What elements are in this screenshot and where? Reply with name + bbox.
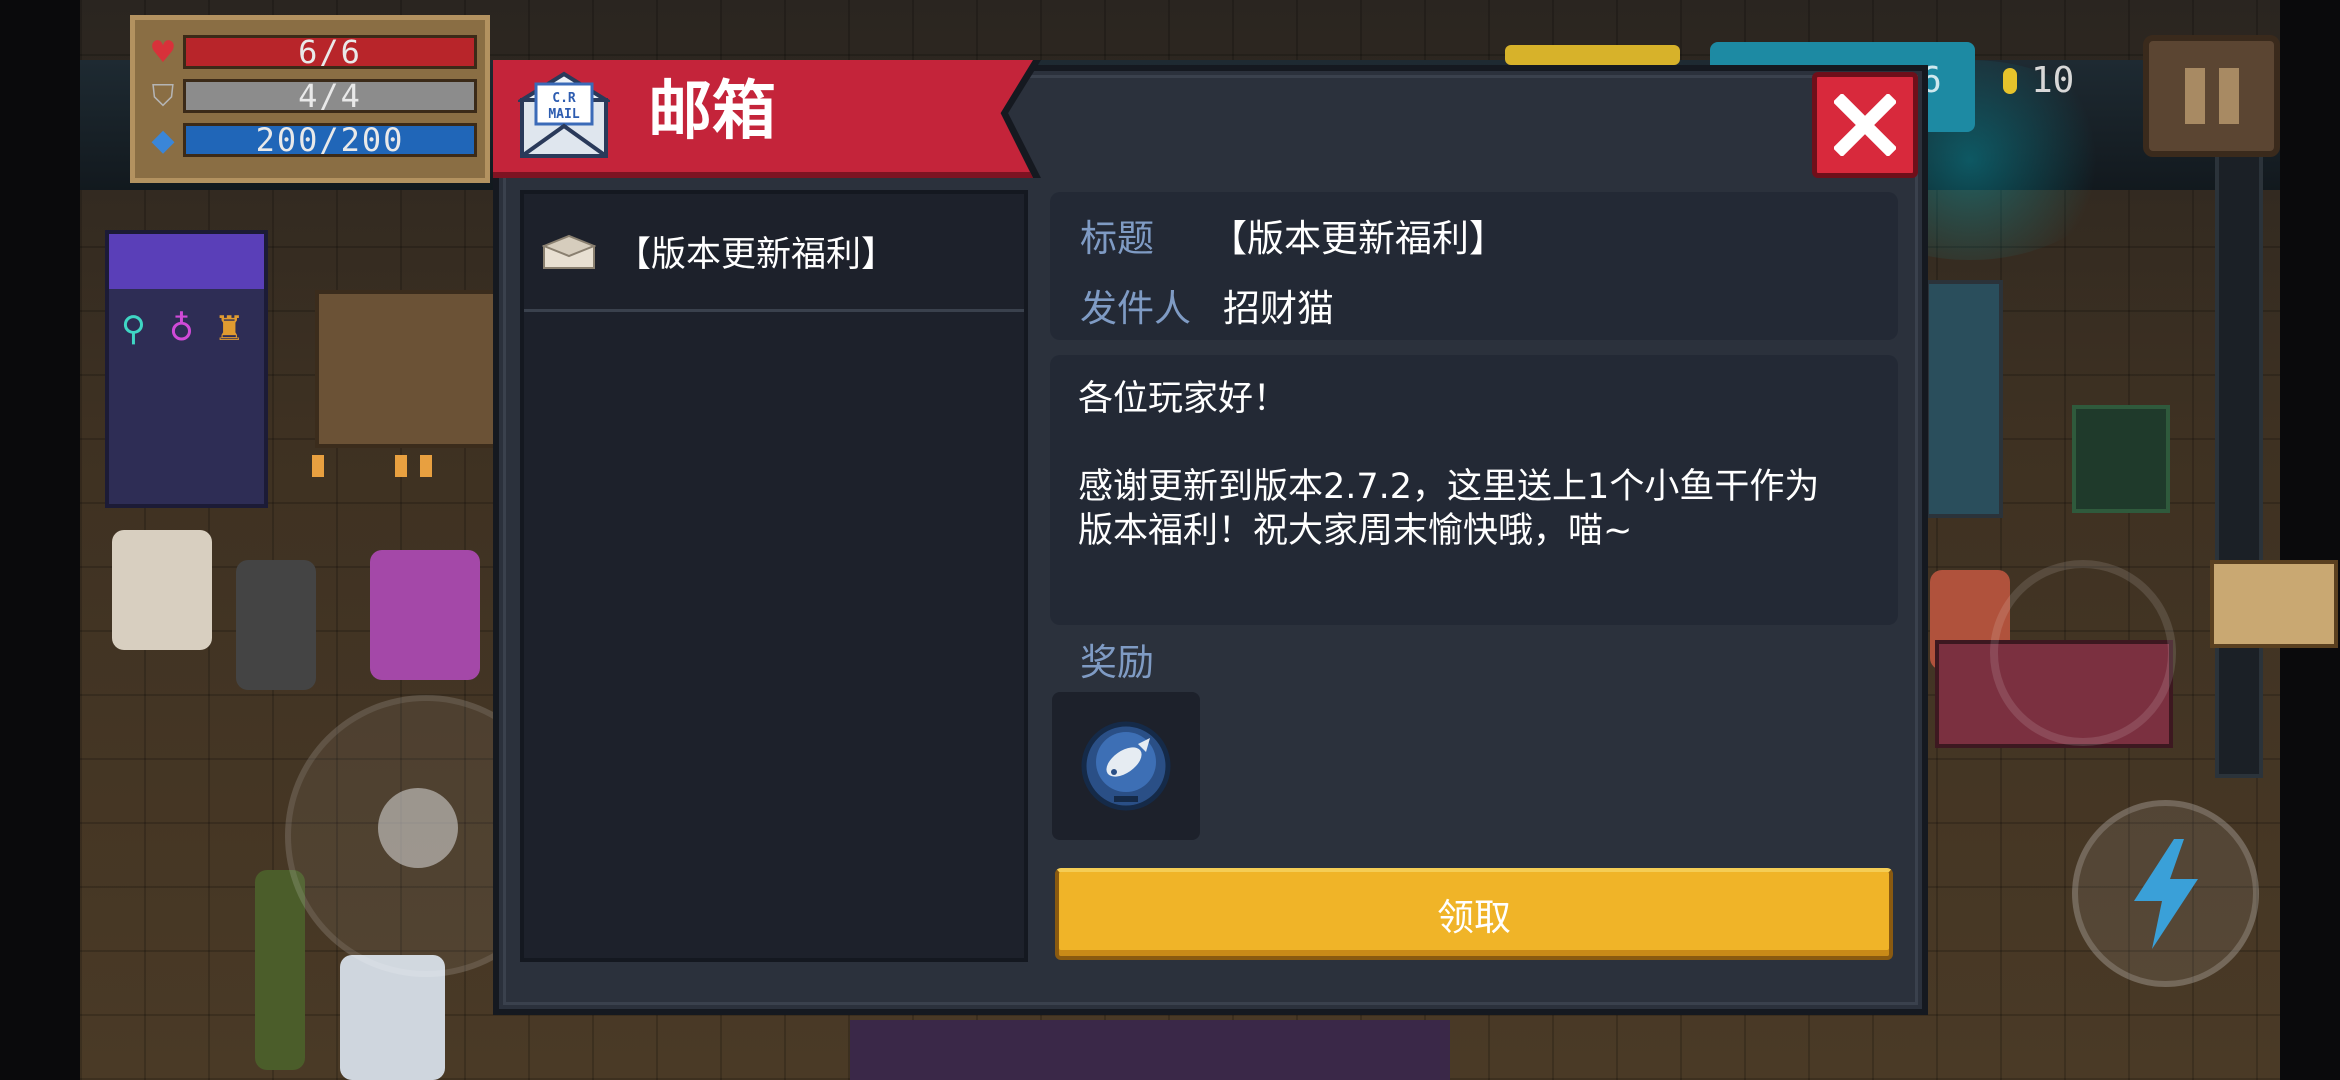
- mail-envelope-icon: C.R MAIL: [518, 71, 610, 158]
- close-x-icon: [1834, 94, 1896, 156]
- mail-body: 各位玩家好！ 感谢更新到版本2.7.2，这里送上1个小鱼干作为 版本福利！祝大家…: [1050, 355, 1898, 625]
- vending-machine: ⚲ ♁ ♜: [105, 230, 268, 508]
- claim-button[interactable]: 领取: [1055, 868, 1893, 960]
- counter-furniture: [2210, 560, 2338, 648]
- candle: [395, 455, 407, 477]
- pause-icon: [2184, 68, 2205, 124]
- armor-row: ⛉ 4/4: [143, 74, 477, 118]
- envelope-icon: [542, 234, 596, 269]
- mail-body-line: 版本福利！祝大家周末愉快哦，喵~: [1078, 511, 1633, 551]
- mail-list-item[interactable]: 【版本更新福利】: [524, 194, 1024, 312]
- shield-icon: ⛉: [151, 78, 175, 114]
- mail-body-line: [1078, 421, 1870, 465]
- plant-decoration: [255, 870, 305, 1070]
- joystick-knob[interactable]: [378, 788, 458, 868]
- scene-cabinet: [1925, 280, 2003, 518]
- bookshelf: [315, 290, 498, 448]
- mailbox-title: 邮箱: [648, 75, 776, 149]
- armor-bar: 4/4: [183, 77, 477, 115]
- npc-character: [236, 560, 316, 690]
- subject-label: 标题: [1080, 217, 1154, 260]
- coin-counter: 10: [2003, 60, 2074, 101]
- reward-label: 奖励: [1080, 641, 1154, 684]
- hp-row: ♥ 6/6: [143, 30, 477, 74]
- close-button[interactable]: [1812, 72, 1918, 178]
- fish-coin-icon: [1081, 721, 1171, 811]
- pause-button[interactable]: [2143, 35, 2280, 157]
- reward-item-slot[interactable]: [1052, 692, 1200, 840]
- npc-character: [370, 550, 480, 680]
- subject-value: 【版本更新福利】: [1210, 217, 1506, 260]
- npc-character: [112, 530, 212, 650]
- scene-pillar: [2215, 130, 2263, 778]
- mail-header-card: 标题 【版本更新福利】 发件人 招财猫: [1050, 192, 1898, 340]
- floor-rug: [850, 1020, 1450, 1080]
- small-cabinet: [2072, 405, 2170, 513]
- mail-list-item-label: 【版本更新福利】: [616, 235, 897, 275]
- mail-body-line: 感谢更新到版本2.7.2，这里送上1个小鱼干作为: [1078, 467, 1820, 507]
- svg-text:MAIL: MAIL: [548, 107, 579, 122]
- sender-label: 发件人: [1080, 287, 1191, 330]
- energy-bar: 200/200: [183, 121, 477, 159]
- coin-icon: [2003, 67, 2017, 94]
- heart-icon: ♥: [149, 34, 177, 70]
- weapon-switch-ring[interactable]: [1990, 560, 2176, 746]
- player-stats-panel: ♥ 6/6 ⛉ 4/4 ◆ 200/200: [130, 15, 490, 183]
- candle: [420, 455, 432, 477]
- coin-count: 10: [2031, 60, 2075, 101]
- svg-text:C.R: C.R: [552, 91, 576, 106]
- lightning-icon: [2133, 838, 2198, 949]
- energy-row: ◆ 200/200: [143, 118, 477, 162]
- mail-list: 【版本更新福利】: [520, 190, 1028, 962]
- hud-yellow-bar: [1505, 45, 1680, 65]
- hp-bar: 6/6: [183, 33, 477, 71]
- energy-diamond-icon: ◆: [151, 122, 175, 158]
- sender-value: 招财猫: [1223, 287, 1334, 330]
- skill-button[interactable]: [2072, 800, 2259, 987]
- candle: [312, 455, 324, 477]
- mail-body-line: 各位玩家好！: [1078, 379, 1289, 419]
